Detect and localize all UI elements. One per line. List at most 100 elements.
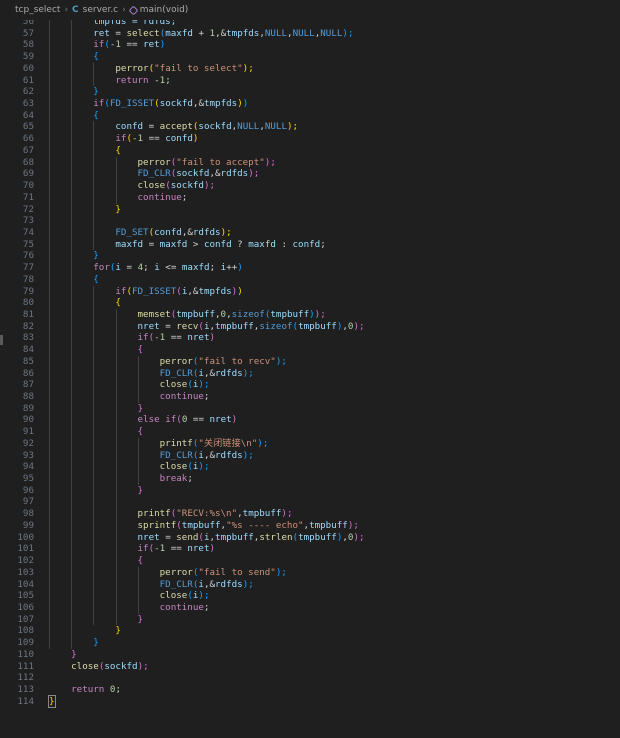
code-token: ); xyxy=(353,320,365,332)
code-token: ); xyxy=(198,379,210,391)
code-text: } xyxy=(49,637,99,649)
code-line[interactable]: 112 xyxy=(0,672,620,684)
code-text: } xyxy=(49,625,121,637)
code-token: ); xyxy=(242,449,254,461)
code-line[interactable]: 57 ret = select(maxfd + 1,&tmpfds,NULL,N… xyxy=(0,28,620,40)
breadcrumb-folder[interactable]: tcp_select xyxy=(15,5,60,15)
code-text: nret = send(i,tmpbuff,strlen(tmpbuff),0)… xyxy=(49,532,365,544)
code-line[interactable]: 62 } xyxy=(0,86,620,98)
line-number: 95 xyxy=(22,473,34,485)
code-line[interactable]: 77 for(i = 4; i <= maxfd; i++) xyxy=(0,262,620,274)
code-token: ,& xyxy=(187,285,199,297)
code-line[interactable]: 63 if(FD_ISSET(sockfd,&tmpfds)) xyxy=(0,98,620,110)
indent-guide xyxy=(115,309,117,626)
indent-guide xyxy=(93,62,95,87)
code-token: ); xyxy=(264,156,276,168)
code-line[interactable]: 113 return 0; xyxy=(0,684,620,696)
code-token: FD_ISSET xyxy=(132,285,177,297)
code-line[interactable]: 114} xyxy=(0,694,620,708)
code-text: perror("fail to recv"); xyxy=(49,356,287,368)
code-token: FD_CLR xyxy=(137,168,171,180)
code-line[interactable]: 110 } xyxy=(0,649,620,661)
line-number: 70 xyxy=(22,180,34,192)
code-line[interactable]: 58 if(-1 == ret) xyxy=(0,39,620,51)
breadcrumb-file[interactable]: server.c xyxy=(83,5,118,15)
code-token: "fail to select" xyxy=(154,62,243,74)
code-token: ret xyxy=(143,39,160,51)
code-token: sizeof xyxy=(231,308,265,320)
code-token: ) xyxy=(242,98,249,110)
code-line[interactable]: 108 } xyxy=(0,625,620,637)
line-number: 104 xyxy=(17,578,34,590)
line-number: 68 xyxy=(22,156,34,168)
code-token: "关闭链接\n" xyxy=(198,437,258,449)
code-token: { xyxy=(93,109,99,121)
code-editor[interactable]: 56 tmpfds = rdfds; 57 ret = select(maxfd … xyxy=(0,16,620,738)
code-text: } xyxy=(49,403,144,415)
line-number: 76 xyxy=(22,250,34,262)
code-token: NULL xyxy=(264,27,288,39)
code-token: ); xyxy=(242,62,254,74)
code-token: nret xyxy=(137,320,160,332)
line-number: 63 xyxy=(22,98,34,110)
code-token: continue xyxy=(137,191,182,203)
code-text: { xyxy=(49,110,99,122)
code-line[interactable]: 78 { xyxy=(0,274,620,286)
code-token: send xyxy=(176,531,199,543)
code-token: == xyxy=(165,332,188,344)
code-token: sockfd xyxy=(159,98,193,110)
code-line[interactable]: 76 } xyxy=(0,250,620,262)
code-text: FD_SET(confd,&rdfds); xyxy=(49,227,231,239)
code-text: printf("关闭链接\n"); xyxy=(49,437,269,450)
code-token: FD_CLR xyxy=(159,367,193,379)
code-token: } xyxy=(48,694,56,708)
code-text: continue; xyxy=(49,191,188,204)
line-number: 90 xyxy=(22,414,34,426)
code-token: } xyxy=(93,86,99,98)
code-token: } xyxy=(93,637,99,649)
code-text: memset(tmpbuff,0,sizeof(tmpbuff)); xyxy=(49,309,326,321)
line-number: 57 xyxy=(22,27,34,39)
code-token: ); xyxy=(248,168,260,180)
code-token: { xyxy=(137,555,144,567)
code-text: { xyxy=(49,555,144,567)
code-token: : xyxy=(275,238,293,250)
code-line[interactable]: 59 { xyxy=(0,51,620,63)
code-token: ); xyxy=(242,578,254,590)
code-token: ) xyxy=(209,332,216,344)
code-line[interactable]: 109 } xyxy=(0,637,620,649)
code-token: -1 xyxy=(132,133,144,145)
code-token: <= xyxy=(159,262,182,274)
code-token: NULL xyxy=(320,27,343,39)
code-text: perror("fail to send"); xyxy=(49,567,287,579)
line-number: 78 xyxy=(22,273,34,285)
code-token: -1 xyxy=(109,39,121,51)
code-token: tmpbuff xyxy=(298,320,337,332)
code-token: tmpbuff xyxy=(176,308,215,320)
line-number: 65 xyxy=(22,121,34,133)
code-token: FD_CLR xyxy=(159,578,193,590)
line-number: 84 xyxy=(22,344,34,356)
code-text: } xyxy=(49,86,99,98)
code-token: = xyxy=(159,531,177,543)
breadcrumb-symbol[interactable]: main(void) xyxy=(140,5,189,15)
code-text: else if(0 == nret) xyxy=(49,414,238,426)
code-token: confd xyxy=(115,121,144,133)
line-number: 83 xyxy=(22,332,34,344)
indent-guide xyxy=(71,16,73,649)
code-token: sockfd xyxy=(170,180,204,192)
code-line[interactable]: 64 { xyxy=(0,110,620,122)
code-token: rdfds xyxy=(215,449,243,461)
code-token: if xyxy=(93,98,105,110)
code-token: = xyxy=(120,262,138,274)
code-line[interactable]: 111 close(sockfd); xyxy=(0,661,620,673)
code-text: if(-1 == nret) xyxy=(49,543,216,555)
